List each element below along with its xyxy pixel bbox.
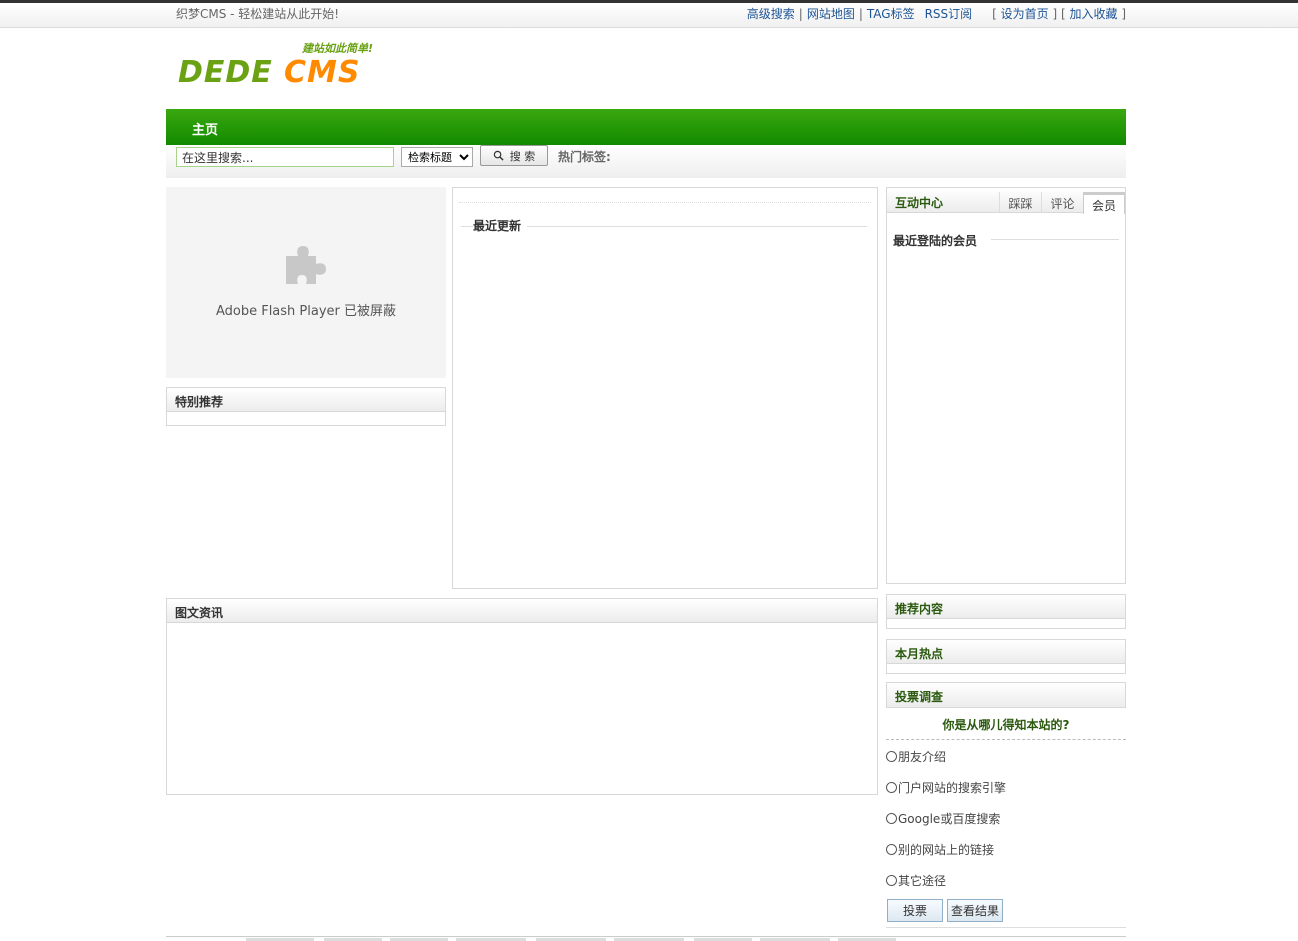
recommend-title: 推荐内容 bbox=[887, 595, 1125, 619]
special-recommend-box: 特别推荐 bbox=[166, 387, 446, 426]
vote-result-button[interactable]: 查看结果 bbox=[947, 899, 1003, 922]
interaction-center-box: 互动中心 踩踩 评论 会员 最近登陆的会员 bbox=[886, 187, 1126, 584]
tag-link[interactable]: TAG标签 bbox=[867, 7, 915, 21]
divider bbox=[886, 739, 1126, 740]
vote-option-label: 别的网站上的链接 bbox=[898, 843, 995, 857]
month-hot-box: 本月热点 bbox=[886, 639, 1126, 674]
recommend-box: 推荐内容 bbox=[886, 594, 1126, 629]
radio-button[interactable] bbox=[886, 751, 897, 762]
recent-members-title: 最近登陆的会员 bbox=[893, 232, 992, 249]
vote-option-label: 门户网站的搜索引擎 bbox=[898, 781, 1007, 795]
vote-option-label: Google或百度搜索 bbox=[898, 812, 1001, 826]
top-links: 高级搜索 | 网站地图 | TAG标签 RSS订阅[ 设为首页 ] [ 加入收藏 ] bbox=[746, 7, 1126, 21]
tab-diggs[interactable]: 踩踩 bbox=[999, 192, 1041, 213]
vote-option-label: 朋友介绍 bbox=[898, 750, 947, 764]
search-icon bbox=[493, 150, 504, 161]
members-legend: 最近登陆的会员 bbox=[893, 232, 1119, 249]
vote-option[interactable]: 别的网站上的链接 bbox=[886, 841, 994, 858]
divider bbox=[459, 202, 871, 203]
latest-updates-title: 最近更新 bbox=[473, 217, 528, 234]
rss-link[interactable]: RSS订阅 bbox=[925, 7, 973, 21]
plugin-puzzle-icon bbox=[286, 246, 326, 284]
special-recommend-title: 特别推荐 bbox=[167, 388, 445, 412]
add-favorite-link[interactable]: 加入收藏 bbox=[1069, 7, 1117, 21]
flash-placeholder[interactable]: Adobe Flash Player 已被屏蔽 bbox=[166, 187, 446, 378]
vote-option[interactable]: 门户网站的搜索引擎 bbox=[886, 779, 1006, 796]
interaction-center-header: 互动中心 踩踩 评论 会员 bbox=[887, 188, 1125, 214]
vote-option[interactable]: Google或百度搜索 bbox=[886, 810, 1000, 827]
radio-button[interactable] bbox=[886, 813, 897, 824]
picture-news-box: 图文资讯 bbox=[166, 598, 878, 795]
tab-comments[interactable]: 评论 bbox=[1041, 192, 1083, 213]
vote-question: 你是从哪儿得知本站的? bbox=[942, 718, 1070, 732]
hot-tags-label: 热门标签: bbox=[558, 150, 611, 164]
logo-dede: DEDE bbox=[178, 55, 273, 90]
interaction-center-title: 互动中心 bbox=[895, 196, 944, 210]
logo-cms: CMS bbox=[284, 55, 360, 90]
vote-option[interactable]: 朋友介绍 bbox=[886, 748, 946, 765]
radio-button[interactable] bbox=[886, 782, 897, 793]
welcome-text: 织梦CMS - 轻松建站从此开始! bbox=[176, 7, 340, 21]
radio-button[interactable] bbox=[886, 875, 897, 886]
flash-blocked-message: Adobe Flash Player 已被屏蔽 bbox=[215, 304, 397, 319]
latest-legend: 最近更新 bbox=[461, 217, 867, 234]
site-logo[interactable]: 建站如此简单! DEDE CMS bbox=[176, 40, 392, 96]
logo-slogan: 建站如此简单! bbox=[301, 42, 373, 55]
advanced-search-link[interactable]: 高级搜索 bbox=[747, 7, 795, 21]
search-type-select[interactable]: 检索标题 bbox=[401, 147, 473, 167]
search-input[interactable] bbox=[176, 147, 394, 167]
search-bar: 检索标题 搜 索 热门标签: bbox=[166, 145, 1126, 178]
month-hot-title: 本月热点 bbox=[887, 640, 1125, 664]
search-button-label: 搜 索 bbox=[509, 149, 536, 163]
vote-title: 投票调查 bbox=[887, 683, 1125, 707]
vote-submit-button[interactable]: 投票 bbox=[887, 899, 943, 922]
divider bbox=[886, 927, 1126, 928]
radio-button[interactable] bbox=[886, 844, 897, 855]
picture-news-title: 图文资讯 bbox=[167, 599, 877, 623]
vote-option[interactable]: 其它途径 bbox=[886, 872, 946, 889]
main-nav: 主页 bbox=[166, 109, 1126, 145]
set-home-link[interactable]: 设为首页 bbox=[1001, 7, 1049, 21]
footer-links-strip bbox=[166, 936, 1126, 941]
search-button[interactable]: 搜 索 bbox=[480, 145, 548, 166]
sitemap-link[interactable]: 网站地图 bbox=[807, 7, 855, 21]
tab-members[interactable]: 会员 bbox=[1083, 192, 1125, 214]
dedecms-logo: 建站如此简单! DEDE CMS bbox=[178, 42, 373, 90]
nav-home[interactable]: 主页 bbox=[192, 119, 218, 138]
latest-updates-box: 最近更新 bbox=[452, 187, 878, 589]
vote-option-label: 其它途径 bbox=[898, 874, 947, 888]
vote-box-header: 投票调查 bbox=[886, 682, 1126, 708]
top-bar: 织梦CMS - 轻松建站从此开始! 高级搜索 | 网站地图 | TAG标签 RSS订阅[ … bbox=[0, 0, 1298, 28]
